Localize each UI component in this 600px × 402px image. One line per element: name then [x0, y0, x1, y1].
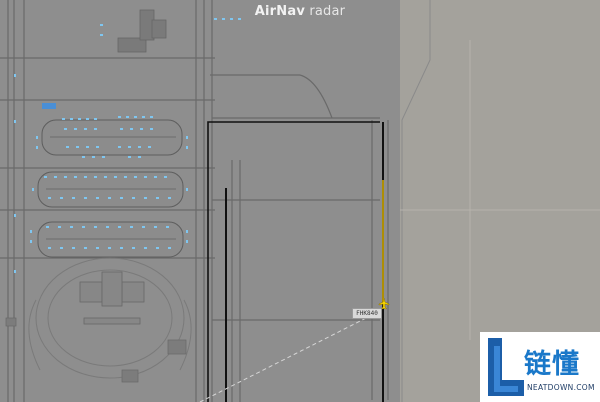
parking-blocks	[5, 317, 187, 383]
watermark-english-text: NEATDOWN.COM	[527, 383, 595, 392]
watermark-chinese-text: 链懂	[524, 349, 580, 380]
aircraft-callsign-label[interactable]: FHK840	[352, 308, 382, 319]
building-cluster	[117, 9, 167, 53]
runway-north	[207, 121, 380, 402]
radar-map-view[interactable]: AirNav radar FHK840 链懂 NEATDOWN.COM	[0, 0, 600, 402]
blue-building	[42, 103, 56, 109]
watermark: 链懂 NEATDOWN.COM	[480, 332, 600, 402]
central-terminal	[79, 271, 145, 325]
watermark-logo-icon	[488, 338, 524, 396]
